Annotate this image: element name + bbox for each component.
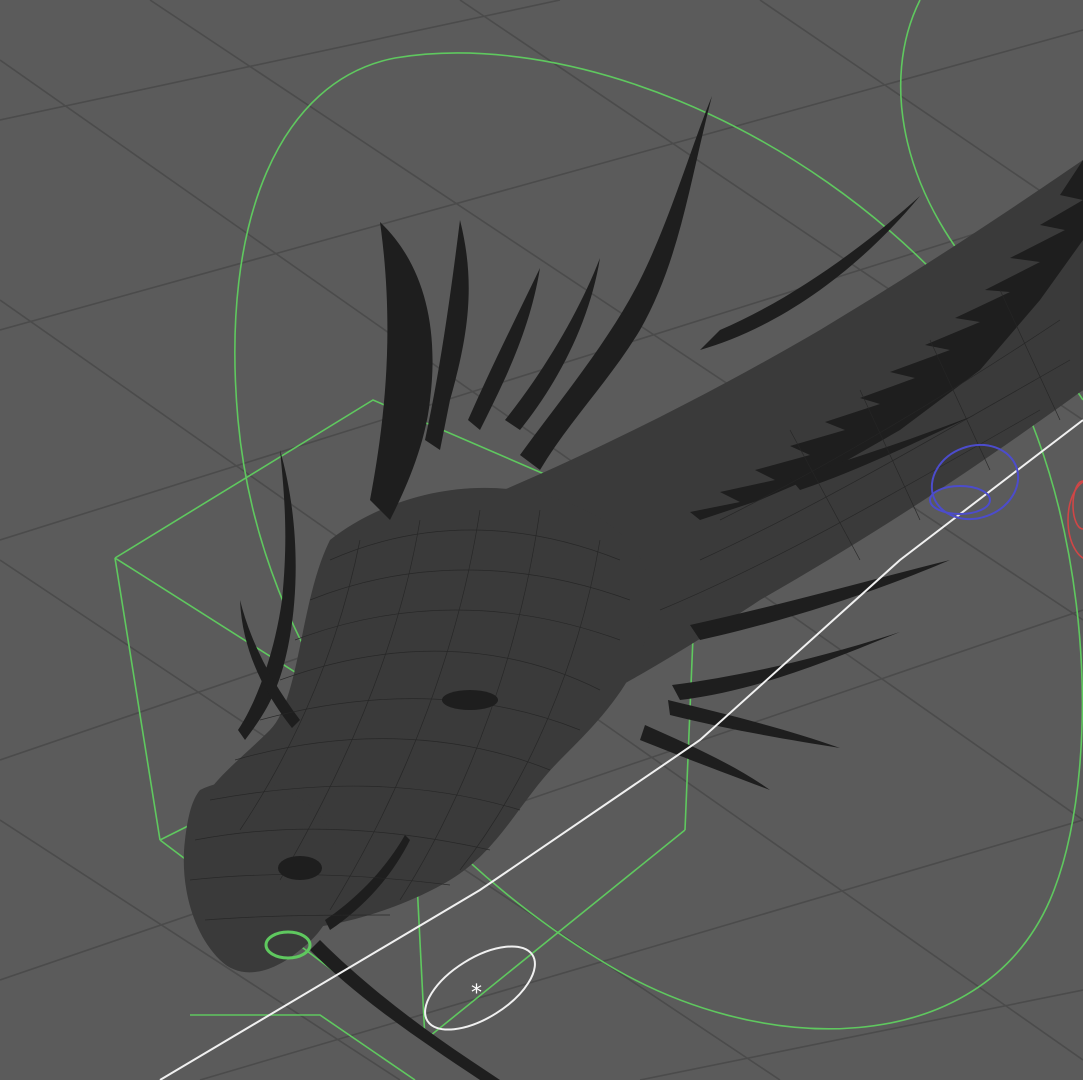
dragon-horn-center [425,220,469,450]
viewport-scene[interactable]: * [0,0,1083,1080]
dragon-horn-left [370,222,433,520]
dragon-mane-spike-5 [672,632,900,700]
dragon-eye [442,690,498,710]
dragon-whisker-left [238,450,296,740]
dragon-mane-spike-6 [668,700,840,748]
dragon-whisker-lower [310,940,500,1080]
dragon-nostril [278,856,322,880]
3d-viewport[interactable]: * [0,0,1083,1080]
dragon-mesh[interactable] [183,96,1083,1080]
asterisk-icon: * [471,981,482,1006]
spine-joint-control[interactable] [1067,480,1083,560]
